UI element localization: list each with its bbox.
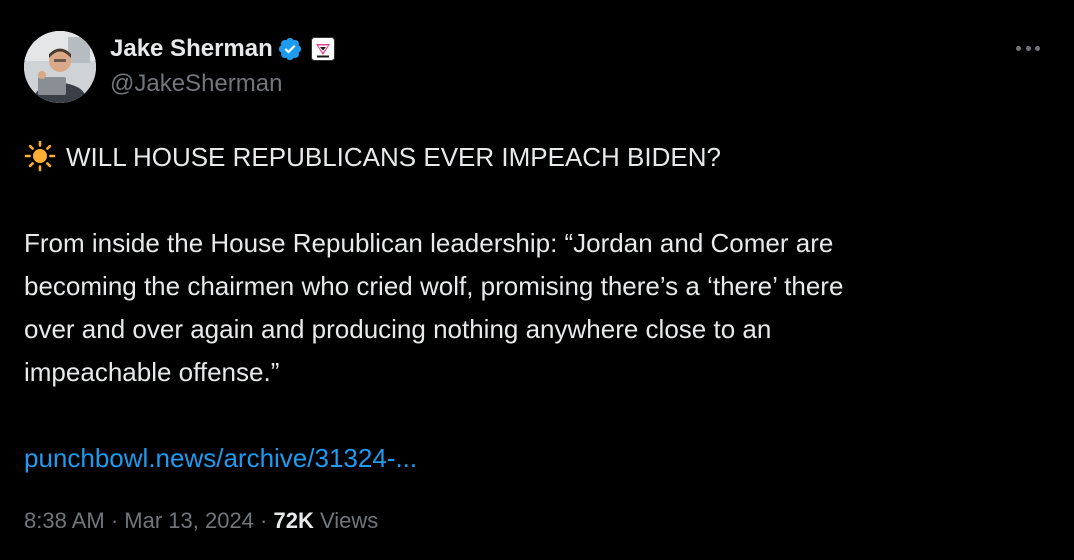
meta-separator: · (253, 508, 274, 533)
tweet-text: WILL HOUSE REPUBLICANS EVER IMPEACH BIDE… (24, 136, 1054, 480)
verified-badge-icon[interactable] (277, 36, 303, 62)
tweet-headline-line: WILL HOUSE REPUBLICANS EVER IMPEACH BIDE… (24, 136, 1054, 179)
tweet-link-line: punchbowl.news/archive/31324-... (24, 437, 1054, 480)
tweet-body-line: From inside the House Republican leaders… (24, 228, 834, 258)
sun-icon (24, 140, 56, 172)
tweet-metadata: 8:38 AM · Mar 13, 2024 · 72K Views (24, 508, 378, 534)
display-name[interactable]: Jake Sherman (110, 35, 273, 63)
author-handle[interactable]: @JakeSherman (110, 70, 282, 98)
affiliate-badge-icon[interactable] (310, 37, 335, 61)
tweet-headline: WILL HOUSE REPUBLICANS EVER IMPEACH BIDE… (66, 142, 721, 172)
meta-separator: · (104, 508, 125, 533)
views-count[interactable]: 72K (273, 508, 313, 533)
avatar[interactable] (24, 31, 96, 103)
tweet-body-line: over and over again and producing nothin… (24, 314, 772, 344)
author-name-row: Jake Sherman (110, 34, 335, 64)
tweet-card: Jake Sherman @JakeSherman WILL HOUSE REP… (0, 0, 1074, 560)
tweet-date[interactable]: Mar 13, 2024 (124, 508, 254, 533)
tweet-body-line: becoming the chairmen who cried wolf, pr… (24, 271, 844, 301)
tweet-time[interactable]: 8:38 AM (24, 508, 105, 533)
more-options-icon[interactable] (1010, 36, 1046, 60)
article-link[interactable]: punchbowl.news/archive/31324-... (24, 443, 417, 473)
views-label: Views (313, 508, 379, 533)
tweet-body-line: impeachable offense.” (24, 357, 280, 387)
